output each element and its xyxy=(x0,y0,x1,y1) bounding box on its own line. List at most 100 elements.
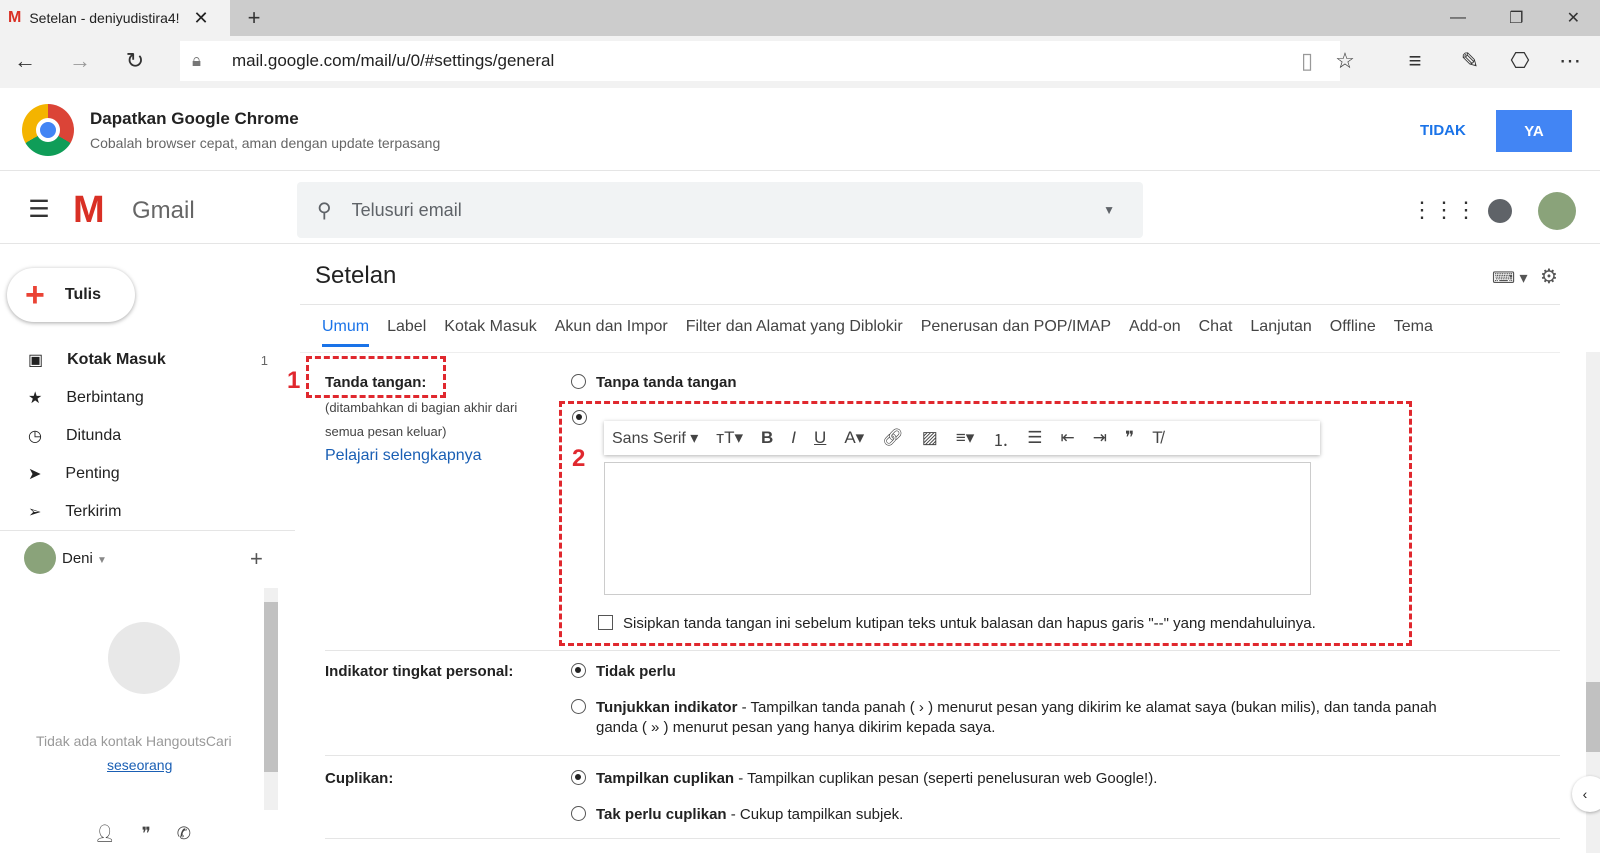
tab-title: Setelan - deniyudistira4! xyxy=(29,10,180,26)
close-window-icon[interactable]: ✕ xyxy=(1567,8,1580,28)
tab-forwarding[interactable]: Penerusan dan POP/IMAP xyxy=(921,318,1111,347)
chat-icon[interactable]: ❞ xyxy=(142,824,151,844)
banner-title: Dapatkan Google Chrome xyxy=(90,109,299,128)
sidebar-label: Terkirim xyxy=(65,503,122,520)
settings-tabs: Umum Label Kotak Masuk Akun dan Impor Fi… xyxy=(322,318,1433,347)
no-signature-radio[interactable] xyxy=(571,374,586,389)
more-icon[interactable]: ⋯ xyxy=(1555,46,1585,76)
new-tab-icon[interactable]: + xyxy=(240,4,268,32)
hub-icon[interactable]: ≡ xyxy=(1400,46,1430,76)
sidebar-item-inbox[interactable]: ▣ Kotak Masuk 1 xyxy=(28,350,268,370)
indent-less-icon[interactable]: ⇤ xyxy=(1061,428,1075,448)
align-icon[interactable]: ≡▾ xyxy=(956,428,974,448)
tab-themes[interactable]: Tema xyxy=(1394,318,1433,347)
tab-addons[interactable]: Add-on xyxy=(1129,318,1181,347)
learn-more-link[interactable]: Pelajari selengkapnya xyxy=(325,447,482,465)
favorite-star-icon[interactable]: ☆ xyxy=(1330,46,1360,76)
bold-icon[interactable]: B xyxy=(761,428,773,448)
tab-offline[interactable]: Offline xyxy=(1330,318,1376,347)
find-someone-link[interactable]: seseorang xyxy=(107,757,172,773)
gmail-logo-icon: M xyxy=(73,189,105,231)
tab-inbox[interactable]: Kotak Masuk xyxy=(444,318,536,347)
image-icon[interactable]: ▨ xyxy=(922,428,938,448)
text-color-icon[interactable]: A▾ xyxy=(844,428,864,448)
hangouts-user[interactable]: Deni ▼ xyxy=(62,550,107,567)
minimize-icon[interactable]: — xyxy=(1450,9,1466,27)
tab-chat[interactable]: Chat xyxy=(1199,318,1233,347)
restore-icon[interactable]: ❐ xyxy=(1509,8,1523,28)
divider xyxy=(300,304,1560,305)
snippets-label: Cuplikan: xyxy=(325,770,394,787)
sidebar-label: Kotak Masuk xyxy=(67,351,166,368)
remove-formatting-icon[interactable]: T̸ xyxy=(1152,428,1162,448)
signature-checkbox-label: Sisipkan tanda tangan ini sebelum kutipa… xyxy=(623,615,1316,632)
sidebar-label: Berbintang xyxy=(66,389,144,406)
hangouts-scrollbar[interactable] xyxy=(264,588,278,810)
no-button[interactable]: TIDAK xyxy=(1420,122,1466,139)
compose-button[interactable]: + Tulis xyxy=(7,268,135,322)
url-input[interactable]: 🔒︎ mail.google.com/mail/u/0/#settings/ge… xyxy=(180,41,1340,81)
refresh-icon[interactable]: ↻ xyxy=(120,46,150,76)
indicator-none-label: Tidak perlu xyxy=(596,663,676,680)
reading-view-icon[interactable]: ▯ xyxy=(1292,46,1322,76)
divider xyxy=(325,838,1560,839)
signature-editor[interactable] xyxy=(604,462,1311,595)
yes-button[interactable]: YA xyxy=(1496,110,1572,152)
tab-labels[interactable]: Label xyxy=(387,318,426,347)
indent-more-icon[interactable]: ⇥ xyxy=(1093,428,1107,448)
sidebar-item-important[interactable]: ➤ Penting xyxy=(28,464,268,484)
sidebar-item-snoozed[interactable]: ◷ Ditunda xyxy=(28,426,268,446)
sidebar-item-starred[interactable]: ★ Berbintang xyxy=(28,388,268,408)
tab-filters[interactable]: Filter dan Alamat yang Diblokir xyxy=(686,318,903,347)
option-desc: - Tampilkan cuplikan pesan (seperti pene… xyxy=(734,770,1158,787)
sidebar-item-sent[interactable]: ➢ Terkirim xyxy=(28,502,268,522)
snippets-show-label: Tampilkan cuplikan - Tampilkan cuplikan … xyxy=(596,770,1157,787)
bulleted-list-icon[interactable]: ☰ xyxy=(1027,428,1042,448)
quote-icon[interactable]: ❞ xyxy=(1125,428,1134,448)
indicator-none-radio[interactable] xyxy=(571,663,586,678)
add-contact-icon[interactable]: + xyxy=(250,546,263,572)
search-input[interactable]: ⚲ Telusuri email ▼ xyxy=(297,182,1143,238)
snippets-hide-radio[interactable] xyxy=(571,806,586,821)
forward-icon[interactable]: → xyxy=(65,46,95,76)
font-select[interactable]: Sans Serif ▾ xyxy=(612,428,698,448)
browser-tab[interactable]: M Setelan - deniyudistira4! ✕ xyxy=(0,0,230,36)
font-size-icon[interactable]: ᴛT▾ xyxy=(716,428,743,448)
phone-icon[interactable]: ✆ xyxy=(177,824,191,844)
search-options-icon[interactable]: ▼ xyxy=(1103,203,1115,217)
back-icon[interactable]: ← xyxy=(10,46,40,76)
option-desc: - Tampilkan tanda panah ( › ) menurut pe… xyxy=(737,699,1437,716)
keyboard-icon[interactable]: ⌨ ▾ xyxy=(1492,268,1528,288)
option-desc: - Cukup tampilkan subjek. xyxy=(726,806,904,823)
signature-radio[interactable] xyxy=(572,410,587,425)
notifications-icon[interactable] xyxy=(1488,199,1512,223)
avatar[interactable] xyxy=(1538,192,1576,230)
tab-accounts[interactable]: Akun dan Impor xyxy=(555,318,668,347)
font-name: Sans Serif xyxy=(612,430,686,447)
tab-general[interactable]: Umum xyxy=(322,318,370,347)
main-menu-icon[interactable]: ☰ xyxy=(24,194,54,224)
italic-icon[interactable]: I xyxy=(791,428,796,448)
option-bold: Tampilkan cuplikan xyxy=(596,770,735,787)
numbered-list-icon[interactable]: ⒈ xyxy=(992,426,1009,451)
notes-icon[interactable]: ✎ xyxy=(1455,46,1485,76)
tab-advanced[interactable]: Lanjutan xyxy=(1250,318,1311,347)
side-panel-toggle-icon[interactable]: ‹ xyxy=(1572,776,1600,812)
clock-icon: ◷ xyxy=(28,428,42,445)
apps-grid-icon[interactable]: ⋮⋮⋮ xyxy=(1411,196,1477,224)
snippets-show-radio[interactable] xyxy=(571,770,586,785)
inbox-count: 1 xyxy=(260,352,268,368)
share-icon[interactable]: ⎔ xyxy=(1505,46,1535,76)
chrome-logo-icon xyxy=(22,104,74,156)
gear-icon[interactable]: ⚙ xyxy=(1540,264,1558,289)
close-tab-icon[interactable]: ✕ xyxy=(194,8,209,29)
divider xyxy=(325,755,1560,756)
link-icon[interactable]: 🔗︎ xyxy=(882,428,904,448)
contacts-icon[interactable]: 👤︎ xyxy=(94,824,116,844)
signature-checkbox[interactable] xyxy=(598,615,613,630)
url-text: mail.google.com/mail/u/0/#settings/gener… xyxy=(232,51,555,70)
signature-toolbar: Sans Serif ▾ ᴛT▾ B I U A▾ 🔗︎ ▨ ≡▾ ⒈ ☰ ⇤ … xyxy=(604,421,1320,455)
annotation-marker-1: 1 xyxy=(287,367,301,394)
underline-icon[interactable]: U xyxy=(814,428,826,448)
indicator-show-radio[interactable] xyxy=(571,699,586,714)
